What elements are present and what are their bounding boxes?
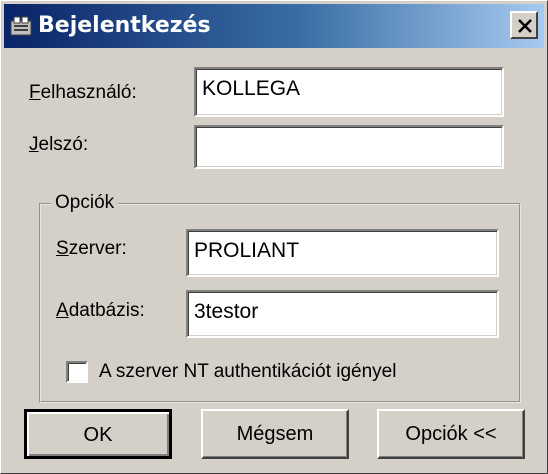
login-app-icon [10, 15, 34, 37]
nt-auth-checkbox[interactable] [66, 361, 88, 383]
username-field[interactable]: KOLLEGA [194, 67, 504, 117]
nt-auth-label[interactable]: A szerver NT authentikációt igényel [99, 360, 396, 384]
close-icon [518, 19, 532, 33]
options-legend: Opciók [51, 191, 119, 215]
ok-button[interactable]: OK [24, 409, 172, 459]
title-bar[interactable]: Bejelentkezés [4, 4, 544, 48]
login-dialog: Bejelentkezés Felhasználó: KOLLEGA Jelsz… [0, 0, 548, 474]
server-field[interactable]: PROLIANT [186, 229, 499, 277]
close-button[interactable] [510, 11, 538, 39]
cancel-button[interactable]: Mégsem [201, 409, 349, 459]
username-label: Felhasználó: [29, 82, 137, 103]
database-field[interactable]: 3testor [186, 290, 499, 338]
password-field[interactable] [194, 125, 504, 169]
server-label: Szerver: [56, 238, 127, 259]
password-label: Jelszó: [29, 134, 89, 155]
database-label: Adatbázis: [56, 300, 145, 321]
window-title: Bejelentkezés [38, 13, 211, 38]
options-toggle-button[interactable]: Opciók << [377, 409, 525, 459]
